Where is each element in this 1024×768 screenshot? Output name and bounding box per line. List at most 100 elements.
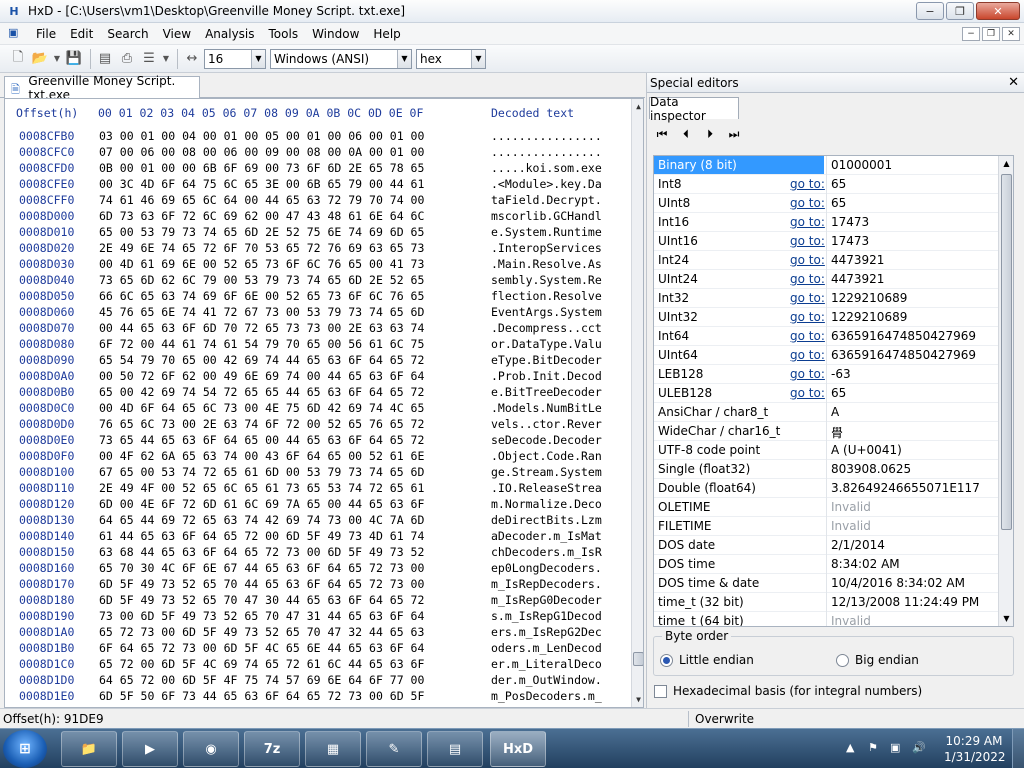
inspector-row[interactable]: UInt8 go to: 65 — [654, 194, 998, 213]
row-decoded-text[interactable]: EventArgs.System — [491, 305, 602, 319]
inspector-row[interactable]: UInt16 go to: 17473 — [654, 232, 998, 251]
row-hex-bytes[interactable]: 45 76 65 6E 74 41 72 67 73 00 53 79 73 7… — [99, 305, 424, 319]
inspector-value[interactable]: 65 — [826, 384, 998, 403]
inspector-value[interactable]: A (U+0041) — [826, 441, 998, 460]
inspector-row[interactable]: DOS time 8:34:02 AM — [654, 555, 998, 574]
row-hex-bytes[interactable]: 6F 64 65 72 73 00 6D 5F 4C 65 6E 44 65 6… — [99, 641, 424, 655]
first-icon[interactable]: ⏮ — [653, 125, 671, 143]
row-hex-bytes[interactable]: 74 61 46 69 65 6C 64 00 44 65 63 72 79 7… — [99, 193, 424, 207]
row-decoded-text[interactable]: ................ — [491, 145, 602, 159]
chevron-down-icon[interactable]: ▼ — [397, 49, 411, 68]
row-hex-bytes[interactable]: 64 65 44 69 72 65 63 74 42 69 74 73 00 4… — [99, 513, 424, 527]
hex-row[interactable]: 0008D180 6D 5F 49 73 52 65 70 47 30 44 65… — [5, 593, 630, 609]
scroll-down-icon[interactable]: ▼ — [999, 611, 1013, 626]
save-icon[interactable]: 💾 — [64, 49, 84, 69]
inspector-value[interactable]: 65 — [826, 194, 998, 213]
inspector-row[interactable]: FILETIME Invalid — [654, 517, 998, 536]
row-hex-bytes[interactable]: 65 00 53 79 73 74 65 6D 2E 52 75 6E 74 6… — [99, 225, 424, 239]
goto-link[interactable]: go to: — [790, 348, 825, 362]
row-hex-bytes[interactable]: 03 00 01 00 04 00 01 00 05 00 01 00 06 0… — [99, 129, 424, 143]
next-icon[interactable]: ⏵ — [701, 125, 719, 143]
hex-row[interactable]: 0008D170 6D 5F 49 73 52 65 70 44 65 63 6F… — [5, 577, 630, 593]
hex-editor[interactable]: Offset(h) 00 01 02 03 04 05 06 07 08 09 … — [4, 98, 644, 708]
inspector-row[interactable]: Int16 go to: 17473 — [654, 213, 998, 232]
row-hex-bytes[interactable]: 6D 5F 49 73 52 65 70 44 65 63 6F 64 65 7… — [99, 577, 424, 591]
document-restore-button[interactable]: ❐ — [982, 27, 1000, 41]
row-decoded-text[interactable]: m_PosDecoders.m_ — [491, 689, 602, 703]
row-decoded-text[interactable]: aDecoder.m_IsMat — [491, 529, 602, 543]
row-decoded-text[interactable]: chDecoders.m_IsR — [491, 545, 602, 559]
close-button[interactable]: ✕ — [976, 2, 1020, 20]
new-file-icon[interactable]: 🗋 — [8, 49, 28, 69]
close-panel-icon[interactable]: ✕ — [1008, 75, 1019, 90]
hex-row[interactable]: 0008D190 73 00 6D 5F 49 73 52 65 70 47 31… — [5, 609, 630, 625]
row-decoded-text[interactable]: .Prob.Init.Decod — [491, 369, 602, 383]
inspector-value[interactable]: 6365916474850427969 — [826, 346, 998, 365]
menu-edit[interactable]: Edit — [63, 25, 100, 43]
goto-link[interactable]: go to: — [790, 310, 825, 324]
hex-row[interactable]: 0008D070 00 44 65 63 6F 6D 70 72 65 73 73… — [5, 321, 630, 337]
goto-link[interactable]: go to: — [790, 386, 825, 400]
row-decoded-text[interactable]: taField.Decrypt. — [491, 193, 602, 207]
previous-icon[interactable]: ⏴ — [677, 125, 695, 143]
media-player-icon[interactable]: ▶ — [122, 731, 178, 767]
inspector-row[interactable]: Int32 go to: 1229210689 — [654, 289, 998, 308]
tab-file[interactable]: 🗎 Greenville Money Script. txt.exe — [4, 74, 200, 102]
console-window-icon[interactable]: ▤ — [427, 731, 483, 767]
inspector-value[interactable]: 803908.0625 — [826, 460, 998, 479]
document-system-menu-icon[interactable]: ▣ — [8, 26, 24, 42]
row-hex-bytes[interactable]: 64 65 72 00 6D 5F 4F 75 74 57 69 6E 64 6… — [99, 673, 424, 687]
menu-tools[interactable]: Tools — [262, 25, 306, 43]
row-hex-bytes[interactable]: 6F 72 00 44 61 74 61 54 79 70 65 00 56 6… — [99, 337, 424, 351]
hex-vertical-scrollbar[interactable]: ▲ ▼ — [631, 99, 643, 707]
row-decoded-text[interactable]: seDecode.Decoder — [491, 433, 602, 447]
inspector-value[interactable]: Invalid — [826, 612, 998, 626]
inspector-row[interactable]: Single (float32) 803908.0625 — [654, 460, 998, 479]
goto-link[interactable]: go to: — [790, 253, 825, 267]
inspector-value[interactable]: 3.82649246655071E117 — [826, 479, 998, 498]
row-hex-bytes[interactable]: 07 00 06 00 08 00 06 00 09 00 08 00 0A 0… — [99, 145, 424, 159]
row-hex-bytes[interactable]: 00 50 72 6F 62 00 49 6E 69 74 00 44 65 6… — [99, 369, 424, 383]
notepad-plus-icon[interactable]: ✎ — [366, 731, 422, 767]
open-dropdown-icon[interactable]: ▼ — [52, 49, 62, 69]
goto-link[interactable]: go to: — [790, 177, 825, 191]
inspector-row[interactable]: Int8 go to: 65 — [654, 175, 998, 194]
row-decoded-text[interactable]: er.m_LiteralDeco — [491, 657, 602, 671]
inspector-row[interactable]: DOS date 2/1/2014 — [654, 536, 998, 555]
inspector-value[interactable]: -63 — [826, 365, 998, 384]
row-hex-bytes[interactable]: 63 68 44 65 63 6F 64 65 72 73 00 6D 5F 4… — [99, 545, 424, 559]
hex-row[interactable]: 0008D150 63 68 44 65 63 6F 64 65 72 73 00… — [5, 545, 630, 561]
chevron-down-icon[interactable]: ▼ — [251, 49, 265, 68]
goto-link[interactable]: go to: — [790, 291, 825, 305]
inspector-row[interactable]: OLETIME Invalid — [654, 498, 998, 517]
row-decoded-text[interactable]: vels..ctor.Rever — [491, 417, 602, 431]
chrome-icon[interactable]: ◉ — [183, 731, 239, 767]
row-hex-bytes[interactable]: 00 4D 61 69 6E 00 52 65 73 6F 6C 76 65 0… — [99, 257, 424, 271]
row-decoded-text[interactable]: .<Module>.key.Da — [491, 177, 602, 191]
row-hex-bytes[interactable]: 65 72 00 6D 5F 4C 69 74 65 72 61 6C 44 6… — [99, 657, 424, 671]
row-hex-bytes[interactable]: 6D 5F 49 73 52 65 70 47 30 44 65 63 6F 6… — [99, 593, 424, 607]
hex-row[interactable]: 0008D020 2E 49 6E 74 65 72 6F 70 53 65 72… — [5, 241, 630, 257]
hex-row[interactable]: 0008D040 73 65 6D 62 6C 79 00 53 79 73 74… — [5, 273, 630, 289]
inspector-value[interactable]: 17473 — [826, 232, 998, 251]
inspector-value[interactable]: 4473921 — [826, 270, 998, 289]
maximize-button[interactable]: ❐ — [946, 2, 974, 20]
start-orb-icon[interactable]: ⊞ — [3, 730, 47, 768]
hex-row[interactable]: 0008CFD0 0B 00 01 00 00 6B 6F 69 00 73 6F… — [5, 161, 630, 177]
inspector-row[interactable]: UInt64 go to: 6365916474850427969 — [654, 346, 998, 365]
menu-window[interactable]: Window — [305, 25, 366, 43]
bytes-per-row-select[interactable]: 16 ▼ — [204, 48, 266, 69]
hex-row[interactable]: 0008D080 6F 72 00 44 61 74 61 54 79 70 65… — [5, 337, 630, 353]
row-hex-bytes[interactable]: 73 65 6D 62 6C 79 00 53 79 73 74 65 6D 2… — [99, 273, 424, 287]
hex-row[interactable]: 0008D060 45 76 65 6E 74 41 72 67 73 00 53… — [5, 305, 630, 321]
inspector-row[interactable]: AnsiChar / char8_t A — [654, 403, 998, 422]
virtual-machine-icon[interactable]: ▦ — [305, 731, 361, 767]
hex-row[interactable]: 0008D1E0 6D 5F 50 6F 73 44 65 63 6F 64 65… — [5, 689, 630, 705]
inspector-vertical-scrollbar[interactable]: ▲ ▼ — [998, 156, 1013, 626]
hex-row[interactable]: 0008D0F0 00 4F 62 6A 65 63 74 00 43 6F 64… — [5, 449, 630, 465]
goto-link[interactable]: go to: — [790, 329, 825, 343]
delete-icon[interactable]: ▤ — [95, 49, 115, 69]
row-decoded-text[interactable]: ................ — [491, 129, 602, 143]
goto-link[interactable]: go to: — [790, 367, 825, 381]
row-hex-bytes[interactable]: 6D 00 4E 6F 72 6D 61 6C 69 7A 65 00 44 6… — [99, 497, 424, 511]
